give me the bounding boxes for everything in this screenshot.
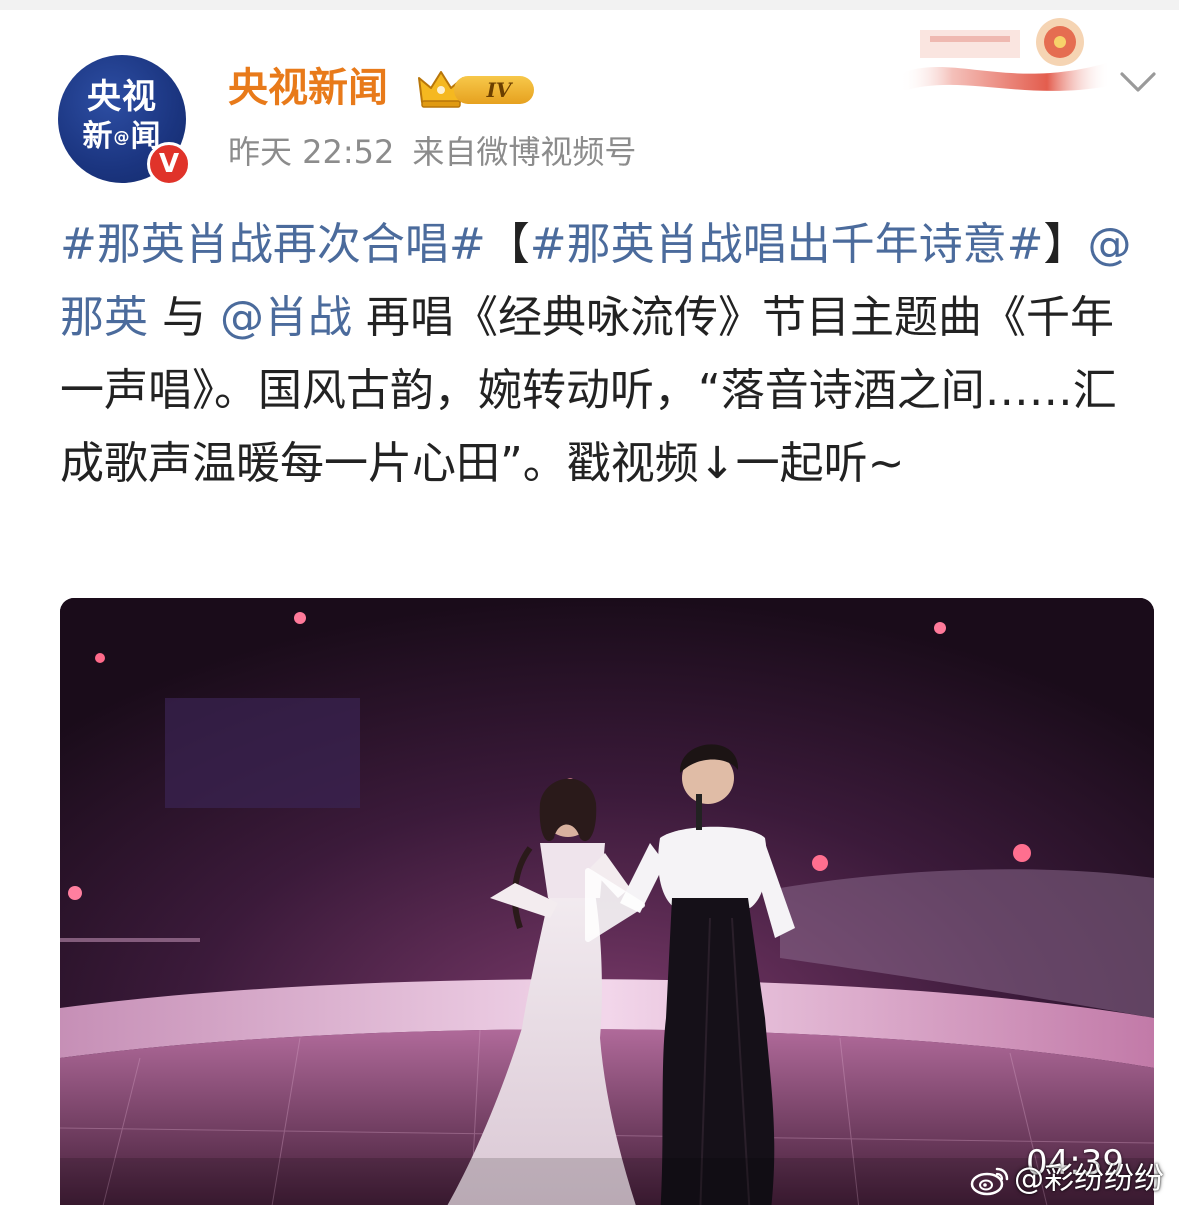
post-time: 昨天 22:52 [228, 133, 395, 171]
avatar-at-sign: @ [113, 127, 131, 146]
vip-badge[interactable]: IV [416, 68, 534, 110]
post-text-plain: 【 [485, 219, 530, 270]
topic-link[interactable]: #那英肖战再次合唱# [60, 219, 486, 270]
post-text-plain: 】 [1043, 219, 1088, 270]
avatar-text-part1: 新 [82, 119, 114, 154]
post-text-plain: 与 [148, 292, 220, 343]
chevron-down-icon[interactable] [1116, 62, 1160, 102]
video-player[interactable]: 04:39 [60, 598, 1154, 1205]
decorative-banner-image [900, 18, 1110, 92]
top-divider [0, 0, 1179, 10]
watermark: @彩纷纷纷 [970, 1157, 1164, 1201]
account-name[interactable]: 央视新闻 [228, 62, 388, 114]
verified-badge: V [147, 142, 191, 186]
avatar-text-line1: 央视 [87, 77, 157, 117]
vip-level-label: IV [454, 76, 534, 104]
post-source[interactable]: 来自微博视频号 [412, 133, 636, 171]
watermark-text: @彩纷纷纷 [1014, 1161, 1164, 1197]
play-icon[interactable] [576, 863, 650, 947]
topic-link[interactable]: #那英肖战唱出千年诗意# [530, 219, 1044, 270]
weibo-logo-icon [970, 1167, 1009, 1195]
post-meta: 昨天 22:52 来自微博视频号 [228, 130, 636, 174]
mention-link[interactable]: @肖战 [220, 292, 352, 343]
weibo-post-card: 央视 新@闻 V 央视新闻 IV 昨天 22:52 来自微博视频号 #那英肖战再… [0, 0, 1179, 1205]
post-text: #那英肖战再次合唱#【#那英肖战唱出千年诗意#】@那英 与 @肖战 再唱《经典咏… [60, 208, 1135, 500]
